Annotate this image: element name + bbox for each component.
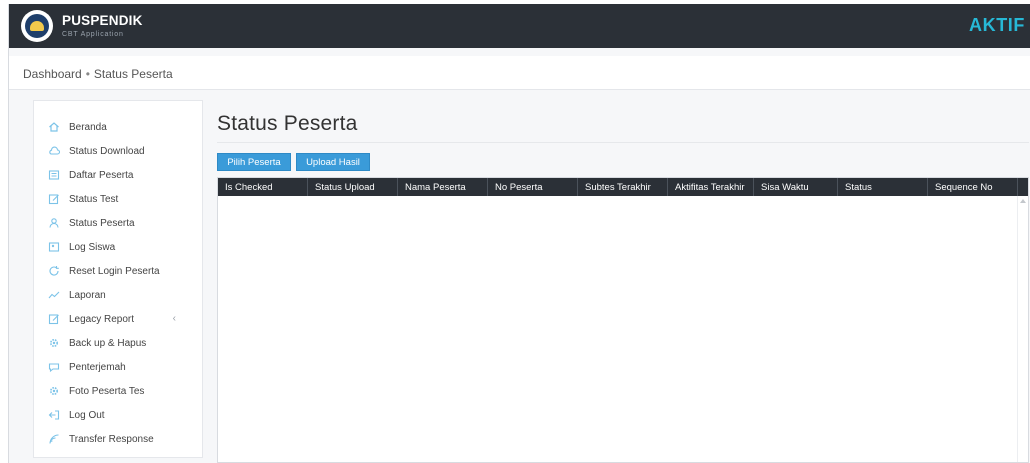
sidebar-item-legacy-report[interactable]: Legacy Report ‹ — [34, 307, 202, 331]
breadcrumb-current: Status Peserta — [93, 67, 173, 81]
title-divider — [217, 142, 1029, 143]
column-header-status-upload[interactable]: Status Upload — [308, 178, 398, 196]
sidebar-item-backup-hapus[interactable]: Back up & Hapus — [34, 331, 202, 355]
puspendik-emblem-icon — [21, 10, 53, 42]
column-header-subtes-terakhir[interactable]: Subtes Terakhir — [578, 178, 668, 196]
column-header-sisa-waktu[interactable]: Sisa Waktu — [754, 178, 838, 196]
camera-icon — [48, 385, 60, 397]
log-icon — [48, 241, 60, 253]
app-logo[interactable]: PUSPENDIK CBT Application — [21, 10, 143, 42]
participant-status-table: Is Checked Status Upload Nama Peserta No… — [217, 177, 1029, 463]
pilih-peserta-button[interactable]: Pilih Peserta — [217, 153, 291, 171]
upload-hasil-button[interactable]: Upload Hasil — [296, 153, 370, 171]
sidebar-item-label: Log Siswa — [69, 241, 116, 253]
sidebar-item-log-out[interactable]: Log Out — [34, 403, 202, 427]
column-header-no-peserta[interactable]: No Peserta — [488, 178, 578, 196]
sidebar-item-label: Back up & Hapus — [69, 337, 147, 349]
sidebar-item-foto-peserta-tes[interactable]: Foto Peserta Tes — [34, 379, 202, 403]
top-navbar: PUSPENDIK CBT Application AKTIF — [9, 4, 1030, 48]
column-header-aktifitas-terakhir[interactable]: Aktifitas Terakhir — [668, 178, 754, 196]
sidebar-item-label: Status Download — [69, 145, 145, 157]
breadcrumb-bar: Dashboard • Status Peserta — [9, 56, 1030, 90]
home-icon — [48, 121, 60, 133]
column-header-sequence-no[interactable]: Sequence No — [928, 178, 1018, 196]
edit-icon — [48, 193, 60, 205]
sidebar-item-label: Foto Peserta Tes — [69, 385, 145, 397]
sidebar-item-label: Log Out — [69, 409, 105, 421]
sidebar-item-label: Legacy Report — [69, 313, 135, 325]
sidebar-item-label: Daftar Peserta — [69, 169, 134, 181]
sidebar-item-status-peserta[interactable]: Status Peserta — [34, 211, 202, 235]
sidebar-item-reset-login-peserta[interactable]: Reset Login Peserta — [34, 259, 202, 283]
sidebar-item-label: Penterjemah — [69, 361, 126, 373]
sidebar-item-status-test[interactable]: Status Test — [34, 187, 202, 211]
sidebar-item-status-download[interactable]: Status Download — [34, 139, 202, 163]
sidebar-item-label: Status Test — [69, 193, 119, 205]
refresh-icon — [48, 265, 60, 277]
chart-line-icon — [48, 289, 60, 301]
chat-icon — [48, 361, 60, 373]
sidebar-item-transfer-response[interactable]: Transfer Response — [34, 427, 202, 451]
logout-icon — [48, 409, 60, 421]
sidebar-item-daftar-peserta[interactable]: Daftar Peserta — [34, 163, 202, 187]
app-frame: PUSPENDIK CBT Application AKTIF Dashboar… — [8, 4, 1030, 463]
breadcrumb-root[interactable]: Dashboard — [23, 67, 82, 81]
sidebar-item-penterjemah[interactable]: Penterjemah — [34, 355, 202, 379]
sidebar-item-label: Laporan — [69, 289, 106, 301]
sidebar-item-label: Transfer Response — [69, 433, 154, 445]
app-subtitle: CBT Application — [62, 30, 124, 38]
gear-icon — [48, 337, 60, 349]
scroll-up-icon[interactable] — [1020, 199, 1026, 203]
column-header-is-checked[interactable]: Is Checked — [218, 178, 308, 196]
user-icon — [48, 217, 60, 229]
sidebar-item-label: Beranda — [69, 121, 107, 133]
column-header-nama-peserta[interactable]: Nama Peserta — [398, 178, 488, 196]
sidebar-item-laporan[interactable]: Laporan — [34, 283, 202, 307]
sidebar-item-log-siswa[interactable]: Log Siswa — [34, 235, 202, 259]
page-title: Status Peserta — [217, 112, 358, 135]
status-indicator: AKTIF — [969, 15, 1025, 35]
signal-icon — [48, 433, 60, 445]
breadcrumb: Dashboard • Status Peserta — [23, 67, 173, 81]
sidebar-item-beranda[interactable]: Beranda — [34, 115, 202, 139]
cloud-icon — [48, 145, 60, 157]
column-header-status[interactable]: Status — [838, 178, 928, 196]
sidebar-item-label: Status Peserta — [69, 217, 135, 229]
table-scrollbar[interactable] — [1017, 196, 1028, 462]
report-icon — [48, 313, 60, 325]
chevron-left-icon[interactable]: ‹ — [173, 313, 176, 324]
sidebar: Beranda Status Download Daftar Peserta S… — [33, 100, 203, 458]
app-name: PUSPENDIK — [62, 13, 143, 29]
sidebar-item-label: Reset Login Peserta — [69, 265, 160, 277]
table-header: Is Checked Status Upload Nama Peserta No… — [218, 178, 1028, 196]
breadcrumb-separator: • — [85, 67, 90, 81]
list-icon — [48, 169, 60, 181]
